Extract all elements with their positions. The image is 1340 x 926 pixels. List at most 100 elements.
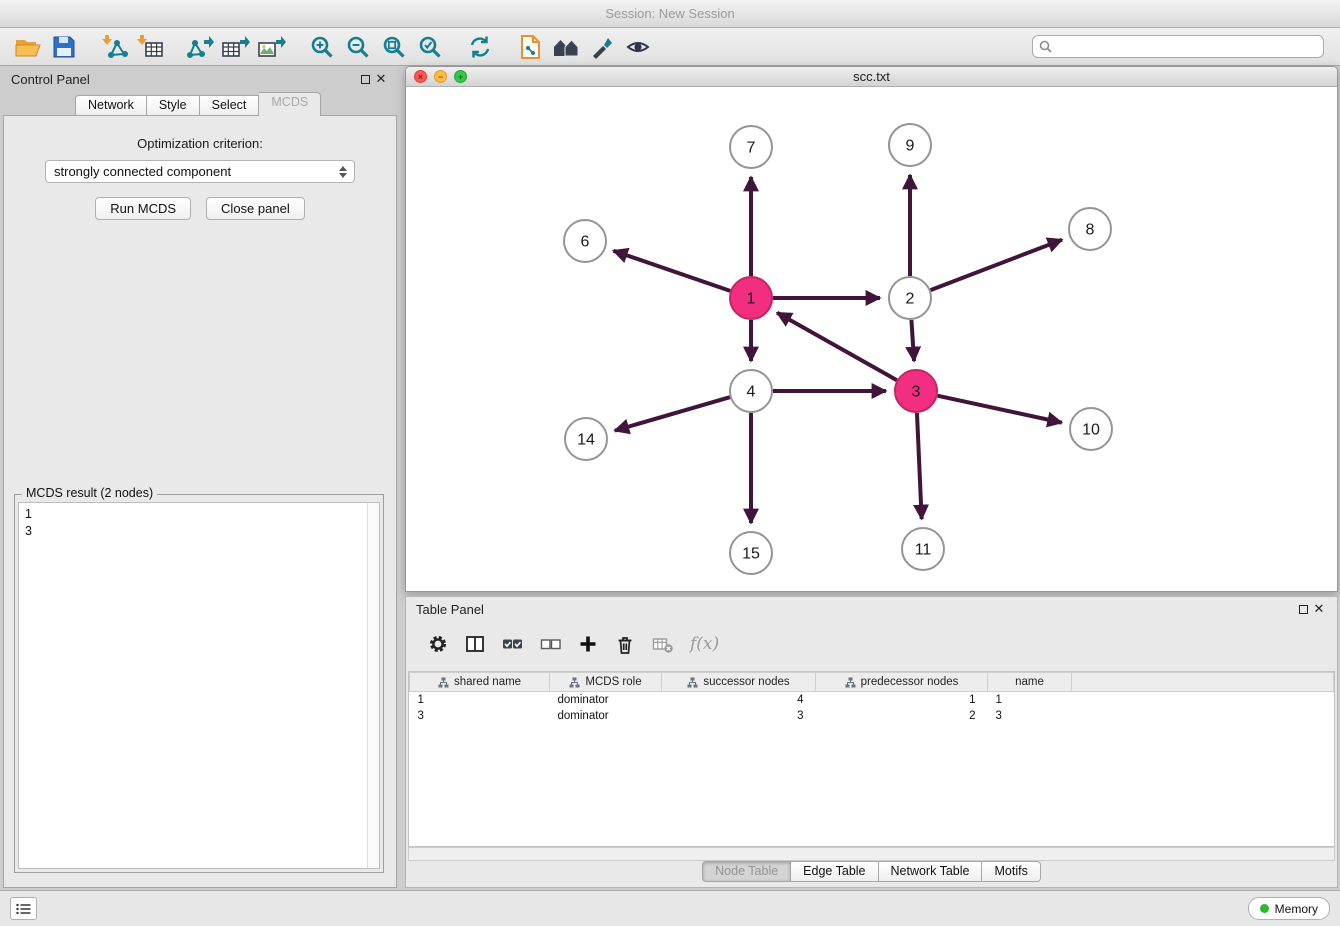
column-header-successor-nodes[interactable]: successor nodes <box>662 673 816 692</box>
delete-table-button[interactable] <box>652 635 673 654</box>
graph-node[interactable]: 7 <box>730 126 772 168</box>
open-folder-button[interactable] <box>10 31 46 63</box>
column-header-predecessor-nodes[interactable]: predecessor nodes <box>816 673 988 692</box>
table-cell[interactable]: 1 <box>410 692 550 708</box>
table-cell[interactable]: 3 <box>662 708 816 724</box>
zoom-selected-icon <box>418 35 442 59</box>
list-icon <box>16 903 31 915</box>
svg-text:3: 3 <box>912 384 921 401</box>
search-field[interactable] <box>1032 35 1324 58</box>
window-minimize-icon[interactable]: − <box>434 70 447 83</box>
table-cell[interactable]: 3 <box>410 708 550 724</box>
toggle-columns-button[interactable] <box>465 634 485 654</box>
export-network-button[interactable] <box>182 31 218 63</box>
network-canvas-area: 7 9 6 8 1 2 4 3 14 10 15 11 <box>406 87 1337 592</box>
graph-edge[interactable] <box>615 397 730 430</box>
copy-current-view-button[interactable] <box>512 31 548 63</box>
graph-node[interactable]: 8 <box>1069 208 1111 250</box>
svg-text:14: 14 <box>577 432 595 449</box>
table-row[interactable]: 1dominator411 <box>410 692 1334 708</box>
table-row[interactable]: 3dominator323 <box>410 708 1334 724</box>
task-history-button[interactable] <box>10 897 37 920</box>
mcds-result-group: MCDS result (2 nodes) 1 3 <box>14 494 384 873</box>
search-input[interactable] <box>1056 40 1317 54</box>
tab-network-table[interactable]: Network Table <box>879 861 983 882</box>
graph-node[interactable]: 14 <box>565 418 607 460</box>
table-cell[interactable]: 1 <box>816 692 988 708</box>
svg-text:4: 4 <box>747 384 756 401</box>
memory-status-icon <box>1260 904 1269 913</box>
column-header-shared-name[interactable]: shared name <box>410 673 550 692</box>
run-mcds-button[interactable]: Run MCDS <box>95 197 191 220</box>
tab-select[interactable]: Select <box>200 95 260 116</box>
table-float-button[interactable] <box>1295 601 1311 617</box>
zoom-out-button[interactable] <box>340 31 376 63</box>
create-column-button[interactable] <box>578 634 598 654</box>
table-cell[interactable] <box>1072 708 1334 724</box>
graph-edge[interactable] <box>937 396 1061 423</box>
graph-edge[interactable] <box>917 413 922 519</box>
table-cell[interactable]: 4 <box>662 692 816 708</box>
delete-column-button[interactable] <box>615 634 635 655</box>
fit-content-button[interactable] <box>376 31 412 63</box>
zoom-selected-button[interactable] <box>412 31 448 63</box>
network-graph[interactable]: 7 9 6 8 1 2 4 3 14 10 15 11 <box>406 87 1337 592</box>
graph-node[interactable]: 3 <box>895 370 937 412</box>
zoom-in-button[interactable] <box>304 31 340 63</box>
refresh-view-button[interactable] <box>462 31 498 63</box>
tab-edge-table[interactable]: Edge Table <box>791 861 878 882</box>
window-close-icon[interactable]: × <box>414 70 427 83</box>
table-cell[interactable]: 3 <box>988 708 1072 724</box>
graph-node[interactable]: 10 <box>1070 408 1112 450</box>
graph-node[interactable]: 15 <box>730 532 772 574</box>
table-cell[interactable]: dominator <box>550 708 662 724</box>
graph-node[interactable]: 6 <box>564 220 606 262</box>
graph-node[interactable]: 1 <box>730 277 772 319</box>
graph-node[interactable]: 2 <box>889 277 931 319</box>
attribute-icon <box>687 677 698 688</box>
result-scrollbar[interactable] <box>367 503 379 868</box>
graph-edge[interactable] <box>613 251 730 291</box>
column-header-mcds-role[interactable]: MCDS role <box>550 673 662 692</box>
graph-edge[interactable] <box>777 313 897 380</box>
tab-network[interactable]: Network <box>75 95 147 116</box>
function-builder-button[interactable]: f(x) <box>690 634 719 654</box>
tab-motifs[interactable]: Motifs <box>982 861 1040 882</box>
graph-node[interactable]: 4 <box>730 370 772 412</box>
apply-style-button[interactable] <box>584 31 620 63</box>
export-image-button[interactable] <box>254 31 290 63</box>
table-cell[interactable]: dominator <box>550 692 662 708</box>
close-panel-action-button[interactable]: Close panel <box>206 197 305 220</box>
close-panel-button[interactable]: ✕ <box>373 71 389 87</box>
import-table-button[interactable] <box>132 31 168 63</box>
table-panel-header: Table Panel ✕ <box>406 597 1337 621</box>
select-all-button[interactable] <box>502 634 523 654</box>
control-panel-tabs: Network Style Select MCDS <box>3 92 397 116</box>
window-zoom-icon[interactable]: + <box>454 70 467 83</box>
tab-style[interactable]: Style <box>147 95 200 116</box>
network-overview-button[interactable] <box>548 31 584 63</box>
criterion-dropdown[interactable]: strongly connected component <box>45 160 355 183</box>
table-close-button[interactable]: ✕ <box>1311 601 1327 617</box>
column-header-name[interactable]: name <box>988 673 1072 692</box>
table-cell[interactable]: 1 <box>988 692 1072 708</box>
table-cell[interactable]: 2 <box>816 708 988 724</box>
tab-node-table[interactable]: Node Table <box>702 861 791 882</box>
memory-button[interactable]: Memory <box>1248 897 1330 920</box>
close-icon: ✕ <box>376 71 387 87</box>
table-settings-button[interactable] <box>428 634 448 654</box>
table-cell[interactable] <box>1072 692 1334 708</box>
status-bar: Memory <box>0 890 1340 926</box>
export-table-button[interactable] <box>218 31 254 63</box>
show-graphics-details-button[interactable] <box>620 31 656 63</box>
network-window-titlebar[interactable]: × − + scc.txt <box>406 67 1337 87</box>
graph-node[interactable]: 9 <box>889 124 931 166</box>
tab-mcds[interactable]: MCDS <box>259 92 321 116</box>
import-network-button[interactable] <box>96 31 132 63</box>
graph-edge[interactable] <box>931 240 1062 290</box>
graph-edge[interactable] <box>911 320 914 361</box>
clear-selection-button[interactable] <box>540 634 561 654</box>
graph-node[interactable]: 11 <box>902 528 944 570</box>
save-session-button[interactable] <box>46 31 82 63</box>
float-panel-button[interactable] <box>357 71 373 87</box>
